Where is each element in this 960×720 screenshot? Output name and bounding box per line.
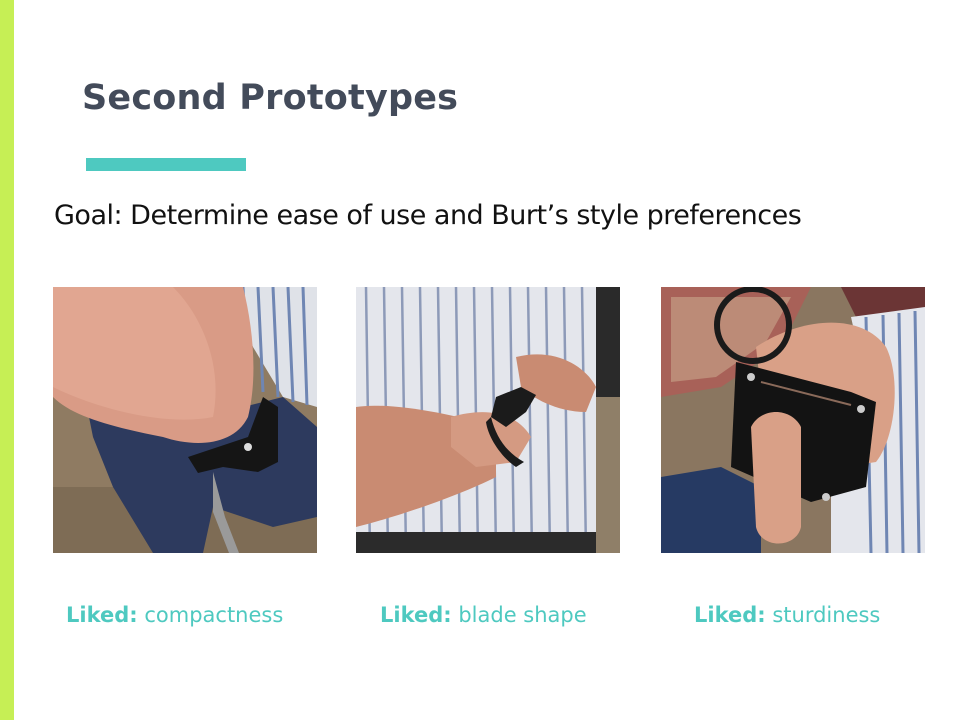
caption-text: sturdiness — [772, 603, 881, 627]
accent-bar — [0, 0, 14, 720]
caption-blade-shape: Liked: blade shape — [380, 603, 587, 627]
caption-label: Liked: — [694, 603, 766, 627]
goal-text: Goal: Determine ease of use and Burt’s s… — [54, 200, 802, 231]
caption-text: blade shape — [458, 603, 587, 627]
prototype-photo-compactness — [53, 287, 317, 553]
slide-title: Second Prototypes — [82, 78, 459, 118]
title-underline — [86, 158, 246, 171]
caption-sturdiness: Liked: sturdiness — [694, 603, 880, 627]
prototype-photo-sturdiness — [661, 287, 925, 553]
prototype-photo-blade-shape — [356, 287, 620, 553]
caption-compactness: Liked: compactness — [66, 603, 283, 627]
caption-label: Liked: — [380, 603, 452, 627]
caption-label: Liked: — [66, 603, 138, 627]
caption-text: compactness — [144, 603, 284, 627]
